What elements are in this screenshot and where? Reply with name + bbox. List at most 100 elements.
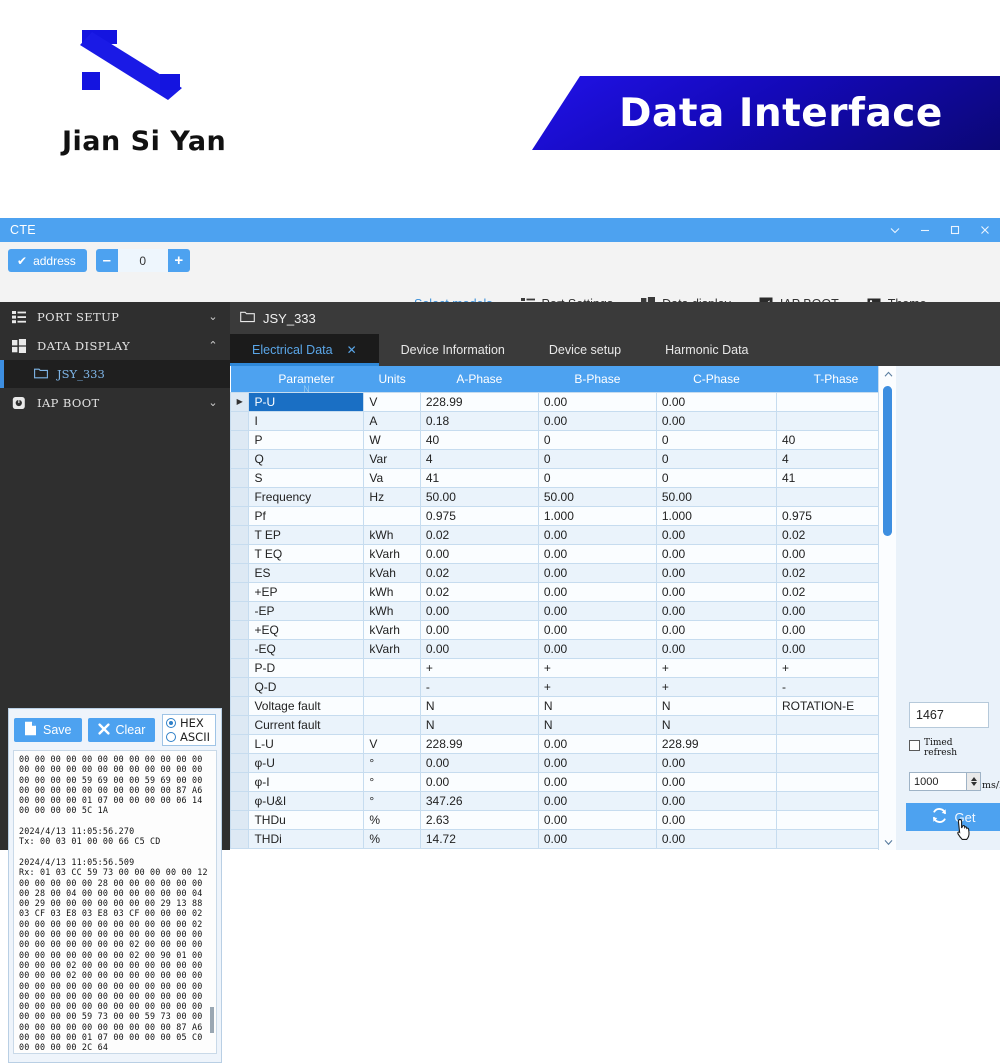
cell-a-phase[interactable]: 0.00 — [419, 752, 539, 773]
row-indicator[interactable] — [229, 600, 250, 621]
table-row[interactable]: Pf 0.975 1.000 1.000 0.975 — [229, 505, 897, 526]
column-header-units[interactable]: Units — [363, 366, 421, 392]
interval-input[interactable]: 1000 — [909, 772, 967, 791]
row-indicator[interactable] — [229, 733, 250, 754]
cell-parameter[interactable]: -EP — [248, 600, 365, 621]
cell-parameter[interactable]: ES — [248, 562, 365, 583]
row-indicator[interactable] — [229, 619, 250, 640]
cell-a-phase[interactable]: - — [419, 676, 539, 697]
clear-button[interactable]: Clear — [87, 718, 156, 742]
radio-hex[interactable]: HEX — [166, 716, 210, 730]
cell-c-phase[interactable]: 0.00 — [655, 771, 777, 792]
cell-units[interactable]: kWh — [363, 524, 421, 545]
cell-units[interactable] — [363, 676, 421, 697]
cell-units[interactable]: V — [363, 391, 421, 412]
cell-b-phase[interactable]: 0.00 — [537, 562, 657, 583]
row-indicator[interactable] — [229, 676, 250, 697]
table-row[interactable]: S Va 41 0 0 41 — [229, 467, 897, 488]
cell-b-phase[interactable]: 0.00 — [537, 581, 657, 602]
tab-device-information[interactable]: Device Information — [379, 334, 527, 366]
cell-a-phase[interactable]: 228.99 — [419, 391, 539, 412]
table-row[interactable]: L-U V 228.99 0.00 228.99 — [229, 733, 897, 754]
stepper-increment-button[interactable]: + — [167, 249, 190, 272]
cell-units[interactable]: A — [363, 410, 421, 431]
row-indicator[interactable] — [229, 809, 250, 830]
cell-a-phase[interactable]: 0.02 — [419, 581, 539, 602]
cell-a-phase[interactable]: + — [419, 657, 539, 678]
column-header-c-phase[interactable]: C-Phase — [656, 366, 777, 392]
cell-parameter[interactable]: Pf — [248, 505, 365, 526]
minimize-icon[interactable] — [910, 218, 940, 242]
cell-a-phase[interactable]: 40 — [419, 429, 539, 450]
cell-b-phase[interactable]: N — [537, 714, 657, 735]
cell-b-phase[interactable]: 0.00 — [537, 619, 657, 640]
table-row[interactable]: -EP kWh 0.00 0.00 0.00 0.00 — [229, 600, 897, 621]
column-header-b-phase[interactable]: B-Phase — [538, 366, 657, 392]
tab-device-setup[interactable]: Device setup — [527, 334, 643, 366]
cell-c-phase[interactable]: 0.00 — [655, 543, 777, 564]
table-row[interactable]: φ-I ° 0.00 0.00 0.00 — [229, 771, 897, 792]
table-row[interactable]: φ-U ° 0.00 0.00 0.00 — [229, 752, 897, 773]
interval-spinner-arrows[interactable] — [967, 772, 981, 791]
log-scrollbar-thumb[interactable] — [210, 1007, 214, 1033]
table-row[interactable]: T EQ kVarh 0.00 0.00 0.00 0.00 — [229, 543, 897, 564]
table-row[interactable]: φ-U&I ° 347.26 0.00 0.00 — [229, 790, 897, 811]
cell-a-phase[interactable]: 0.00 — [419, 638, 539, 659]
sidebar-item-data-display[interactable]: DATA DISPLAY ⌃ — [0, 331, 230, 360]
row-indicator[interactable] — [229, 828, 250, 849]
cell-c-phase[interactable]: 0.00 — [655, 391, 777, 412]
sidebar-item-port-setup[interactable]: PORT SETUP ⌄ — [0, 302, 230, 331]
cell-b-phase[interactable]: 0 — [537, 467, 657, 488]
cell-c-phase[interactable]: N — [655, 714, 777, 735]
cell-a-phase[interactable]: 0.00 — [419, 619, 539, 640]
row-indicator[interactable] — [229, 695, 250, 716]
cell-units[interactable]: Hz — [363, 486, 421, 507]
cell-c-phase[interactable]: 0.00 — [655, 600, 777, 621]
cell-b-phase[interactable]: + — [537, 657, 657, 678]
table-row[interactable]: -EQ kVarh 0.00 0.00 0.00 0.00 — [229, 638, 897, 659]
cell-parameter[interactable]: P — [248, 429, 365, 450]
cell-a-phase[interactable]: 41 — [419, 467, 539, 488]
cell-parameter[interactable]: Q — [248, 448, 365, 469]
cell-b-phase[interactable]: 50.00 — [537, 486, 657, 507]
cell-c-phase[interactable]: 1.000 — [655, 505, 777, 526]
cell-parameter[interactable]: S — [248, 467, 365, 488]
cell-c-phase[interactable]: 0.00 — [655, 828, 777, 849]
column-header-a-phase[interactable]: A-Phase — [420, 366, 539, 392]
row-indicator[interactable] — [229, 448, 250, 469]
cell-a-phase[interactable]: N — [419, 714, 539, 735]
row-indicator[interactable] — [229, 467, 250, 488]
table-row[interactable]: P-D + + + + — [229, 657, 897, 678]
maximize-icon[interactable] — [940, 218, 970, 242]
row-indicator[interactable] — [229, 505, 250, 526]
cell-parameter[interactable]: P-D — [248, 657, 365, 678]
cell-b-phase[interactable]: + — [537, 676, 657, 697]
cell-parameter[interactable]: φ-U — [248, 752, 365, 773]
tab-harmonic-data[interactable]: Harmonic Data — [643, 334, 770, 366]
cell-units[interactable]: ° — [363, 790, 421, 811]
cell-parameter[interactable]: Voltage fault — [248, 695, 365, 716]
table-row[interactable]: T EP kWh 0.02 0.00 0.00 0.02 — [229, 524, 897, 545]
cell-parameter[interactable]: THDi — [248, 828, 365, 849]
cell-units[interactable]: kVah — [363, 562, 421, 583]
cell-c-phase[interactable]: 0.00 — [655, 638, 777, 659]
row-indicator[interactable] — [229, 543, 250, 564]
cell-a-phase[interactable]: 0.00 — [419, 600, 539, 621]
cell-units[interactable]: V — [363, 733, 421, 754]
cell-parameter[interactable]: THDu — [248, 809, 365, 830]
cell-units[interactable]: kVarh — [363, 619, 421, 640]
cell-a-phase[interactable]: 228.99 — [419, 733, 539, 754]
cell-c-phase[interactable]: + — [655, 657, 777, 678]
cell-parameter[interactable]: T EQ — [248, 543, 365, 564]
cell-b-phase[interactable]: 0.00 — [537, 543, 657, 564]
cell-b-phase[interactable]: 0.00 — [537, 410, 657, 431]
cell-b-phase[interactable]: 0.00 — [537, 771, 657, 792]
cell-a-phase[interactable]: 347.26 — [419, 790, 539, 811]
row-indicator[interactable] — [229, 581, 250, 602]
stepper-value[interactable]: 0 — [117, 249, 168, 272]
cell-c-phase[interactable]: 50.00 — [655, 486, 777, 507]
row-indicator[interactable]: ▶ — [229, 391, 250, 412]
cell-a-phase[interactable]: 0.18 — [419, 410, 539, 431]
scroll-up-arrow-icon[interactable] — [879, 366, 897, 382]
spinner-down-icon[interactable] — [970, 782, 977, 786]
